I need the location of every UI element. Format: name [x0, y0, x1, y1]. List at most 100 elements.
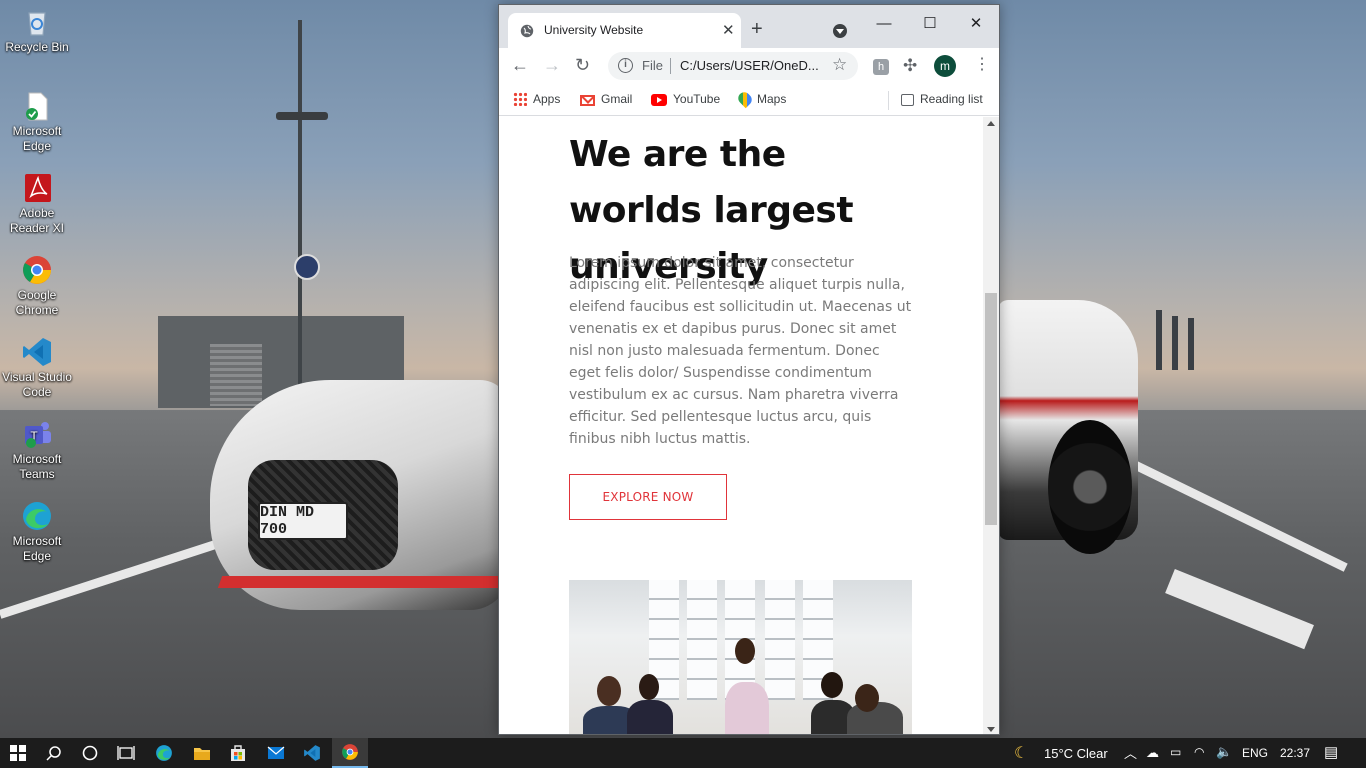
desktop-icon-google-chrome[interactable]: Google Chrome — [2, 254, 72, 318]
windows-logo-icon — [10, 745, 26, 761]
address-divider — [670, 58, 671, 74]
bookmark-apps[interactable]: Apps — [513, 92, 560, 106]
scheme-label: File — [642, 58, 663, 73]
close-window-button[interactable]: ✕ — [953, 10, 999, 38]
language-indicator[interactable]: ENG — [1242, 746, 1268, 760]
reading-list-icon — [901, 94, 914, 106]
youtube-icon — [651, 94, 667, 106]
bookmarks-bar: Apps Gmail YouTube Maps Reading list — [499, 85, 999, 116]
bookmark-youtube[interactable]: YouTube — [651, 92, 720, 106]
address-bar[interactable]: i File C:/Users/USER/OneD... ☆ — [608, 52, 858, 80]
globe-icon — [520, 24, 534, 38]
back-arrow-icon[interactable]: ← — [511, 56, 529, 74]
bookmark-label: Gmail — [601, 92, 633, 106]
notification-center-icon[interactable]: ▤ — [1324, 743, 1338, 761]
vscode-icon — [304, 745, 320, 761]
edge-icon — [21, 500, 53, 532]
onedrive-cloud-icon[interactable]: ☁ — [1146, 745, 1159, 761]
desktop-icon-label: Microsoft Edge — [12, 534, 62, 563]
page-scrollbar[interactable] — [983, 117, 999, 734]
wallpaper-car: DIN MD 700 — [210, 340, 513, 640]
desktop-icon-teams[interactable]: T Microsoft Teams — [2, 418, 72, 482]
taskbar-vscode[interactable] — [294, 738, 330, 768]
search-icon — [46, 746, 61, 761]
scrollbar-thumb[interactable] — [985, 293, 997, 525]
maps-icon — [735, 89, 755, 109]
wallpaper-license-plate: DIN MD 700 — [258, 502, 348, 540]
scroll-up-arrow-icon[interactable] — [987, 121, 995, 126]
taskbar-mail[interactable] — [258, 738, 294, 768]
vscode-icon — [21, 336, 53, 368]
title-bar: University Website ✕ + — ☐ ✕ — [499, 5, 999, 48]
reload-icon[interactable]: ↻ — [575, 56, 590, 74]
taskbar: ☾ 15°C Clear ︿ ☁ ▭ ◠ 🔈 ENG 22:37 ▤ — [0, 738, 1366, 768]
desktop-icon-vscode[interactable]: Visual Studio Code — [2, 336, 72, 400]
tab-university-website[interactable]: University Website ✕ — [508, 13, 741, 48]
desktop-icon-edge-shortcut[interactable]: Microsoft Edge — [2, 90, 72, 154]
scroll-down-arrow-icon[interactable] — [987, 727, 995, 732]
students-photo — [569, 580, 912, 734]
moon-weather-icon[interactable]: ☾ — [1014, 743, 1028, 763]
chrome-icon — [342, 744, 358, 760]
extensions-puzzle-icon[interactable]: ✣ — [903, 56, 917, 76]
taskbar-store[interactable] — [220, 738, 256, 768]
clock[interactable]: 22:37 — [1280, 746, 1310, 760]
bookmark-label: Maps — [757, 92, 787, 106]
task-view-button[interactable] — [108, 738, 144, 768]
tab-close-icon[interactable]: ✕ — [722, 21, 735, 39]
site-info-icon[interactable]: i — [618, 58, 633, 73]
bookmarks-divider — [888, 91, 889, 110]
desktop-icon-label: Google Chrome — [15, 288, 59, 317]
hero-description: Lorem ipsum dolor sit amet, consectetur … — [569, 255, 912, 447]
wallpaper-road-sign — [294, 254, 320, 280]
recycle-bin-icon — [21, 6, 53, 38]
teams-icon: T — [21, 418, 53, 450]
wallpaper-lamp — [276, 112, 328, 120]
desktop-icon-adobe-reader[interactable]: Adobe Reader XI — [2, 172, 72, 236]
search-button[interactable] — [36, 738, 72, 768]
browser-toolbar: ← → ↻ i File C:/Users/USER/OneD... ☆ h ✣… — [499, 48, 999, 85]
taskbar-chrome[interactable] — [332, 738, 368, 768]
weather-text[interactable]: 15°C Clear — [1044, 746, 1108, 761]
task-view-icon — [117, 746, 135, 760]
start-button[interactable] — [0, 738, 36, 768]
explore-now-button[interactable]: EXPLORE NOW — [569, 474, 727, 520]
taskbar-edge[interactable] — [146, 738, 182, 768]
menu-kebab-icon[interactable]: ⋮ — [974, 55, 990, 75]
chrome-icon — [21, 254, 53, 286]
desktop-icon-recycle-bin[interactable]: Recycle Bin — [2, 6, 72, 55]
forward-arrow-icon[interactable]: → — [543, 56, 561, 74]
gmail-icon — [580, 95, 595, 106]
cortana-circle-icon — [82, 745, 98, 761]
store-bag-icon — [231, 745, 245, 761]
minimize-button[interactable]: — — [861, 10, 907, 38]
bookmark-gmail[interactable]: Gmail — [580, 92, 632, 106]
new-tab-button[interactable]: + — [751, 19, 763, 39]
desktop-icon-edge[interactable]: Microsoft Edge — [2, 500, 72, 564]
edge-shortcut-icon — [21, 90, 53, 122]
bookmark-label: YouTube — [673, 92, 721, 106]
bookmark-maps[interactable]: Maps — [735, 89, 787, 109]
tab-title: University Website — [544, 23, 644, 37]
maximize-button[interactable]: ☐ — [907, 10, 953, 38]
wallpaper-chimney — [1156, 310, 1162, 370]
chrome-window: University Website ✕ + — ☐ ✕ ← → ↻ i Fil… — [498, 4, 1000, 735]
profile-avatar[interactable]: m — [934, 55, 956, 77]
battery-icon[interactable]: ▭ — [1170, 745, 1181, 759]
mail-icon — [267, 746, 285, 759]
bookmark-star-icon[interactable]: ☆ — [832, 55, 847, 75]
volume-icon[interactable]: 🔈 — [1216, 744, 1232, 760]
reading-list-button[interactable]: Reading list — [901, 92, 983, 106]
extension-icon[interactable]: h — [873, 59, 889, 75]
chevron-up-icon[interactable]: ︿ — [1124, 743, 1137, 762]
url-text[interactable]: C:/Users/USER/OneD... — [680, 58, 819, 73]
taskbar-file-explorer[interactable] — [184, 738, 220, 768]
cortana-button[interactable] — [72, 738, 108, 768]
adobe-reader-icon — [21, 172, 53, 204]
desktop-icon-label: Microsoft Edge — [12, 124, 62, 153]
tab-search-button[interactable] — [833, 24, 847, 38]
wifi-icon[interactable]: ◠ — [1194, 745, 1204, 759]
desktop-icon-label: Visual Studio Code — [2, 370, 72, 399]
wallpaper-chimney — [1188, 318, 1194, 370]
desktop-icon-label: Microsoft Teams — [12, 452, 62, 481]
